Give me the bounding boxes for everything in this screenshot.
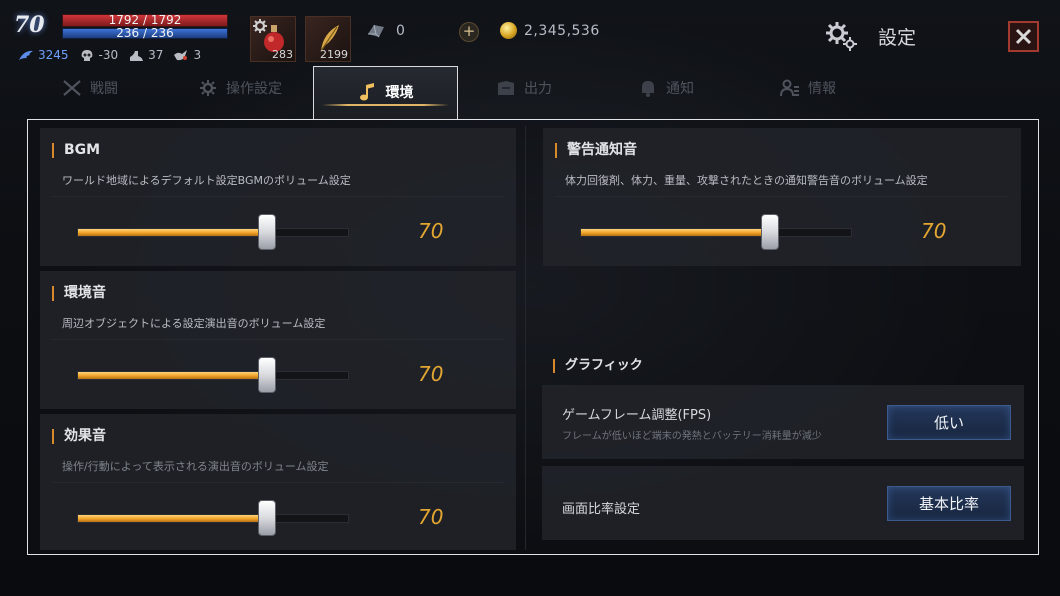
close-icon: [1015, 28, 1032, 45]
aspect-row: 画面比率設定 基本比率: [542, 466, 1024, 540]
gears-icon: [826, 22, 857, 51]
bgm-card: BGM ワールド地域によるデフォルト設定BGMのボリューム設定 70: [40, 128, 516, 266]
close-button[interactable]: [1008, 21, 1039, 52]
crystal-amount: 0: [396, 23, 405, 39]
bgm-slider[interactable]: [77, 214, 349, 250]
ambient-slider[interactable]: [77, 357, 349, 393]
player-hud: 70 1792 / 1792 236 / 236 3245 -30 37 3 2…: [0, 0, 1060, 66]
stat-bird-value: 3: [193, 48, 202, 62]
bgm-value: 70: [418, 219, 444, 243]
settings-tabs: 戦闘 操作設定 環境 出力 通知 情報: [28, 66, 1038, 120]
settings-panel: BGM ワールド地域によるデフォルト設定BGMのボリューム設定 70 環境音 周…: [27, 119, 1039, 555]
stat-bird: 3: [173, 48, 201, 62]
gold-currency: 2,345,536: [500, 22, 600, 39]
bgm-title: BGM: [52, 143, 100, 158]
page-title: 設定: [878, 26, 917, 49]
stat-wing-value: 3245: [38, 48, 69, 62]
output-icon: [498, 81, 514, 95]
crystal-currency: 0: [366, 22, 405, 40]
settings-header: 設定: [824, 20, 916, 52]
ambient-desc: 周辺オブジェクトによる設定演出音のボリューム設定: [62, 317, 326, 330]
stat-skull-value: -30: [98, 48, 119, 62]
effects-value: 70: [418, 505, 444, 529]
bgm-slider-fill: [78, 229, 267, 236]
warning-slider-handle[interactable]: [761, 214, 779, 250]
bird-icon: [174, 49, 188, 60]
mp-text: 236 / 236: [116, 26, 174, 40]
ambient-slider-handle[interactable]: [258, 357, 276, 393]
warning-value: 70: [921, 219, 947, 243]
fps-label: ゲームフレーム調整(FPS): [562, 408, 712, 423]
mp-bar: 236 / 236: [62, 26, 228, 40]
swords-icon: [63, 80, 81, 96]
bell-icon: [642, 81, 654, 97]
column-divider: [525, 126, 526, 550]
player-level: 70: [14, 12, 45, 38]
effects-slider[interactable]: [77, 500, 349, 536]
crystal-icon: [368, 24, 384, 38]
tab-info-label: 情報: [808, 81, 836, 97]
fps-sub: フレームが低いほど端末の発熱とバッテリー消耗量が減少: [562, 431, 822, 442]
warning-title: 警告通知音: [555, 143, 637, 158]
tab-controls[interactable]: 操作設定: [198, 74, 282, 102]
warning-card: 警告通知音 体力回復剤、体力、重量、攻撃されたときの通知警告音のボリューム設定 …: [543, 128, 1021, 266]
ambient-card: 環境音 周辺オブジェクトによる設定演出音のボリューム設定 70: [40, 271, 516, 409]
tab-battle[interactable]: 戦闘: [62, 74, 118, 102]
tab-controls-label: 操作設定: [226, 81, 282, 97]
potion-count: 283: [272, 48, 293, 61]
tab-environment-label: 環境: [385, 84, 414, 101]
gear-icon: [200, 80, 216, 96]
warning-slider[interactable]: [580, 214, 852, 250]
music-note-icon: [359, 82, 374, 100]
tab-active-underline: [322, 104, 449, 106]
separator: [555, 196, 1009, 197]
gold-amount: 2,345,536: [524, 22, 600, 39]
stat-wing: 3245: [18, 48, 69, 62]
ambient-value: 70: [418, 362, 444, 386]
separator: [52, 339, 504, 340]
bgm-desc: ワールド地域によるデフォルト設定BGMのボリューム設定: [62, 174, 351, 187]
boot-icon: [130, 50, 144, 61]
ambient-slider-fill: [78, 372, 267, 379]
tab-output[interactable]: 出力: [496, 74, 552, 102]
tab-environment[interactable]: 環境: [313, 66, 458, 120]
player-stats: 3245 -30 37 3: [18, 47, 201, 63]
effects-title: 効果音: [52, 429, 106, 444]
effects-slider-fill: [78, 515, 267, 522]
wing-icon: [19, 50, 33, 60]
tab-output-label: 出力: [524, 81, 552, 97]
stat-boot-value: 37: [148, 48, 164, 62]
warning-desc: 体力回復剤、体力、重量、攻撃されたときの通知警告音のボリューム設定: [565, 174, 928, 187]
fps-row: ゲームフレーム調整(FPS) フレームが低いほど端末の発熱とバッテリー消耗量が減…: [542, 385, 1024, 459]
quick-slot-feather[interactable]: 2199: [305, 16, 351, 62]
add-currency-button[interactable]: +: [459, 22, 479, 42]
aspect-select-button[interactable]: 基本比率: [887, 486, 1011, 521]
fps-select-button[interactable]: 低い: [887, 405, 1011, 440]
stat-boot: 37: [128, 48, 163, 62]
effects-slider-handle[interactable]: [258, 500, 276, 536]
warning-slider-fill: [581, 229, 770, 236]
separator: [52, 196, 504, 197]
gold-coin-icon: [500, 22, 517, 39]
feather-count: 2199: [320, 48, 348, 61]
graphics-header: グラフィック: [553, 359, 643, 373]
tab-notifications-label: 通知: [666, 81, 694, 97]
effects-card: 効果音 操作/行動によって表示される演出音のボリューム設定 70: [40, 414, 516, 550]
quick-slot-potion[interactable]: 283: [250, 16, 296, 62]
tab-info[interactable]: 情報: [780, 74, 836, 102]
tab-notifications[interactable]: 通知: [638, 74, 694, 102]
aspect-label: 画面比率設定: [562, 502, 641, 517]
stat-skull: -30: [79, 48, 119, 62]
ambient-title: 環境音: [52, 286, 106, 301]
separator: [52, 482, 504, 483]
skull-icon: [81, 49, 92, 61]
effects-desc: 操作/行動によって表示される演出音のボリューム設定: [62, 460, 329, 473]
tab-battle-label: 戦闘: [90, 81, 118, 97]
user-info-icon: [780, 79, 799, 97]
bgm-slider-handle[interactable]: [258, 214, 276, 250]
